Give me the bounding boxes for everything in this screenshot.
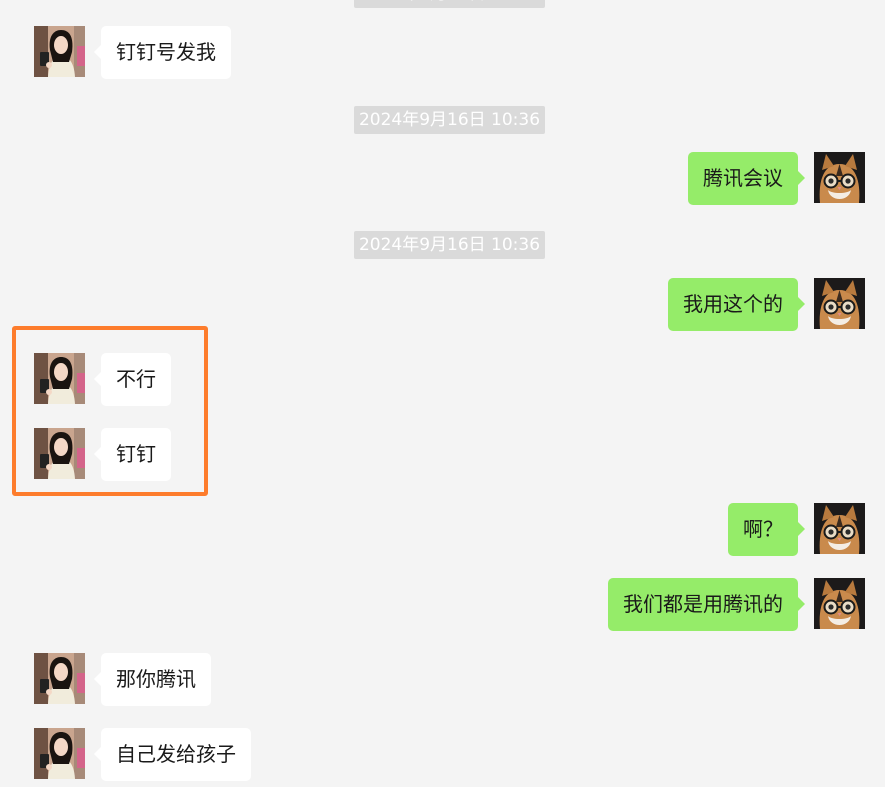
contact-avatar[interactable]	[34, 653, 85, 704]
contact-avatar[interactable]	[34, 26, 85, 77]
my-avatar[interactable]	[814, 503, 865, 554]
contact-avatar[interactable]	[34, 353, 85, 404]
outgoing-message[interactable]: 腾讯会议	[688, 152, 805, 205]
chat-window: { "timestamps": [ "2024年9月16日 10:26", "2…	[0, 0, 885, 787]
my-avatar-icon	[814, 503, 865, 554]
my-avatar-icon	[814, 278, 865, 329]
outgoing-message[interactable]: 我们都是用腾讯的	[608, 578, 805, 631]
my-avatar[interactable]	[814, 278, 865, 329]
my-avatar-icon	[814, 578, 865, 629]
timestamp: 2024年9月16日 10:36	[354, 231, 545, 259]
my-avatar[interactable]	[814, 578, 865, 629]
my-avatar-icon	[814, 152, 865, 203]
contact-avatar-icon	[34, 26, 85, 77]
incoming-message[interactable]: 钉钉	[94, 428, 171, 481]
incoming-message[interactable]: 那你腾讯	[94, 653, 211, 706]
contact-avatar-icon	[34, 428, 85, 479]
timestamp: 2024年9月16日 10:26	[354, 0, 545, 8]
contact-avatar-icon	[34, 353, 85, 404]
outgoing-message[interactable]: 我用这个的	[668, 278, 805, 331]
contact-avatar[interactable]	[34, 428, 85, 479]
contact-avatar[interactable]	[34, 728, 85, 779]
contact-avatar-icon	[34, 728, 85, 779]
timestamp: 2024年9月16日 10:36	[354, 106, 545, 134]
incoming-message[interactable]: 不行	[94, 353, 171, 406]
my-avatar[interactable]	[814, 152, 865, 203]
incoming-message[interactable]: 自己发给孩子	[94, 728, 251, 781]
outgoing-message[interactable]: 啊？	[728, 503, 805, 556]
contact-avatar-icon	[34, 653, 85, 704]
incoming-message[interactable]: 钉钉号发我	[94, 26, 231, 79]
